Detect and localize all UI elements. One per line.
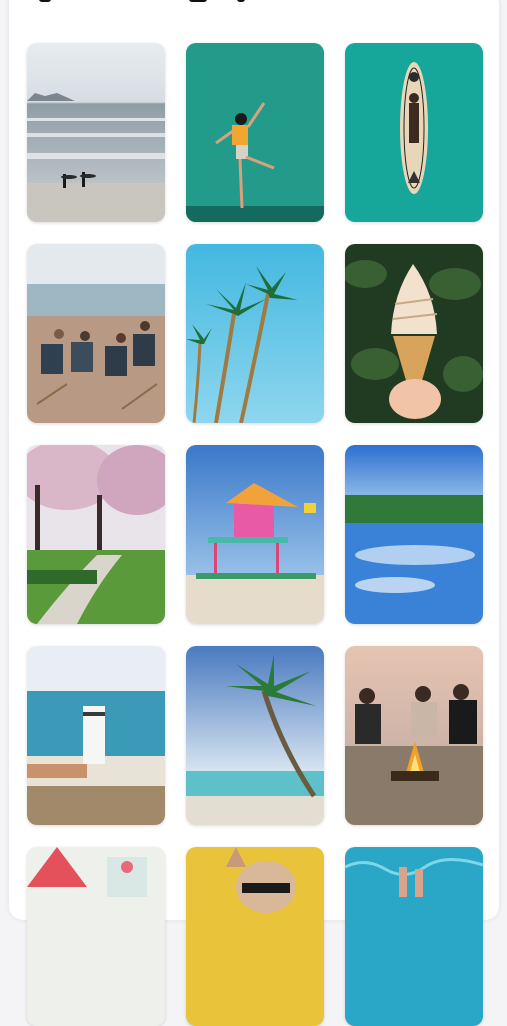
photo-watermelon-drinks[interactable]	[27, 847, 165, 1026]
photo-friends-beach-chairs[interactable]	[27, 244, 165, 423]
photo-palm-beach[interactable]	[186, 646, 324, 825]
photo-surfers-beach[interactable]	[27, 43, 165, 222]
photo-pool-feet[interactable]	[345, 847, 483, 1026]
photo-cherry-blossom-park[interactable]	[27, 445, 165, 624]
photo-ice-cream-cone[interactable]	[345, 244, 483, 423]
photo-grid	[0, 0, 507, 1026]
photo-campfire-friends[interactable]	[345, 646, 483, 825]
photo-lake-reflection[interactable]	[345, 445, 483, 624]
photo-lifeguard-tower[interactable]	[186, 445, 324, 624]
photo-palm-trees-sky[interactable]	[186, 244, 324, 423]
photo-sunglasses-yellow[interactable]	[186, 847, 324, 1026]
photo-paddleboard-aerial[interactable]	[345, 43, 483, 222]
photo-water-carton-beach[interactable]	[27, 646, 165, 825]
photo-woman-teal-wall[interactable]	[186, 43, 324, 222]
